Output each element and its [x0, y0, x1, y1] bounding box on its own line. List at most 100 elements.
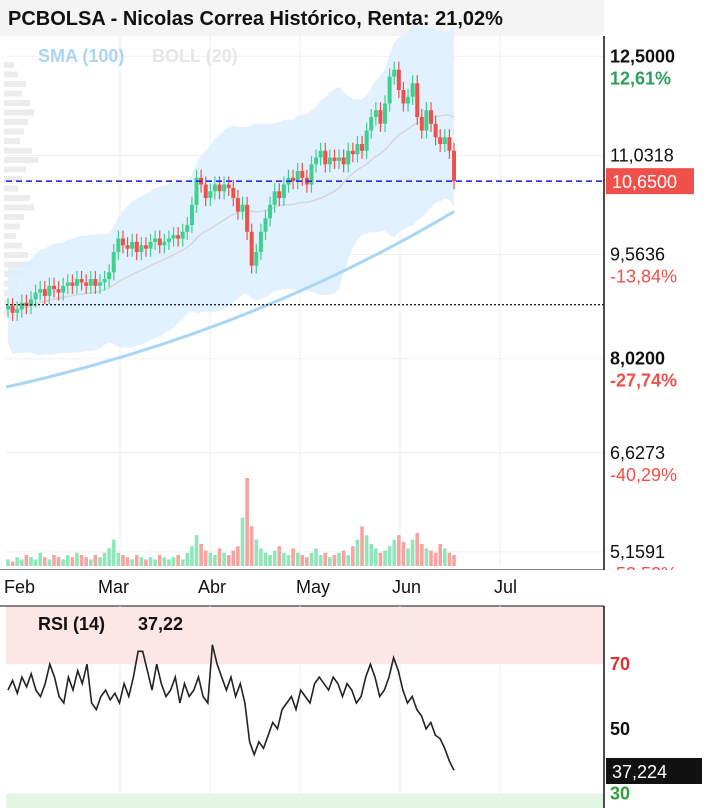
volume-bar: [438, 544, 443, 566]
candle-body: [56, 289, 61, 293]
candle-body: [364, 130, 369, 151]
candle-body: [51, 285, 56, 290]
candle-body: [176, 235, 181, 239]
volume-bar: [88, 559, 93, 566]
month-label: Abr: [198, 577, 226, 597]
volume-bar: [190, 546, 194, 566]
candle-body: [212, 184, 217, 192]
candle-body: [88, 279, 93, 286]
candle-body: [295, 171, 300, 182]
volume-bar: [369, 544, 374, 566]
price-tick-label: 8,0200: [610, 349, 665, 369]
volume-bar: [420, 544, 424, 566]
volume-bar: [346, 555, 351, 566]
volume-bar: [217, 548, 222, 566]
price-tick-label: 6,6273: [610, 443, 665, 463]
price-tick-pct: 12,61%: [610, 68, 671, 88]
candle-body: [258, 231, 263, 253]
candle-body: [134, 241, 139, 253]
candle-body: [277, 191, 282, 199]
volume-bar: [295, 552, 300, 566]
price-tick-label: 5,1591: [610, 542, 665, 562]
candle-body: [419, 117, 424, 131]
volume-bar: [208, 552, 213, 566]
volume-bar: [314, 548, 318, 566]
volume-bar: [351, 546, 355, 566]
volume-bar: [6, 559, 10, 566]
volume-bar: [318, 555, 323, 566]
candle-body: [189, 204, 194, 226]
month-label: Jul: [494, 577, 517, 597]
volume-profile-bar: [4, 204, 34, 211]
volume-bar: [374, 548, 378, 566]
volume-bar: [236, 546, 240, 566]
candle-body: [281, 184, 286, 199]
candle-body: [314, 157, 319, 165]
price-tick-label: 12,5000: [610, 46, 675, 66]
volume-bar: [180, 559, 185, 566]
candle-body: [300, 171, 305, 178]
volume-bar: [176, 555, 180, 566]
volume-bar: [378, 552, 383, 566]
volume-bar: [56, 557, 61, 566]
rsi-current-label: 37,224: [612, 762, 667, 782]
volume-bar: [134, 555, 139, 566]
candle-body: [79, 279, 84, 283]
volume-bar: [102, 552, 107, 566]
price-axis: 12,500012,61%11,0318-0,61%9,5636-13,84%8…: [610, 46, 677, 584]
volume-bar: [277, 546, 282, 566]
rsi-level-label: 70: [610, 654, 630, 674]
volume-bar: [24, 555, 29, 566]
candle-body: [378, 110, 383, 124]
volume-bar: [240, 517, 245, 566]
volume-bar: [332, 555, 337, 566]
candle-body: [222, 184, 227, 192]
volume-bar: [61, 559, 65, 566]
volume-bar: [162, 557, 167, 566]
volume-bar: [282, 552, 286, 566]
volume-bar: [111, 539, 116, 566]
candle-body: [148, 241, 153, 249]
candle-body: [15, 309, 20, 313]
candle-body: [120, 238, 125, 246]
chart-svg: PCBOLSA - Nicolas Correa Histórico, Rent…: [0, 0, 708, 808]
volume-bar: [401, 541, 406, 566]
volume-bar: [452, 555, 456, 566]
candle-body: [433, 123, 438, 138]
candle-body: [272, 191, 277, 205]
volume-profile-bar: [4, 157, 38, 163]
volume-bar: [157, 555, 162, 566]
candle-body: [102, 279, 107, 283]
volume-bar: [185, 552, 190, 566]
candle-body: [180, 231, 185, 239]
candle-body: [19, 302, 24, 310]
candle-body: [47, 285, 52, 296]
volume-profile-bar: [4, 214, 24, 220]
volume-bar: [47, 559, 52, 566]
candle-body: [327, 157, 332, 165]
volume-bar: [355, 539, 360, 566]
candle-body: [130, 241, 135, 249]
legend-boll: BOLL (20): [152, 46, 238, 66]
volume-bar: [65, 555, 70, 566]
volume-bar: [447, 552, 452, 566]
candle-body: [42, 289, 47, 296]
month-label: Mar: [98, 577, 129, 597]
rsi-level-label: 50: [610, 719, 630, 739]
candle-body: [387, 76, 392, 104]
volume-bar: [139, 557, 144, 566]
volume-bar: [171, 557, 176, 566]
volume-bar: [125, 557, 130, 566]
candle-body: [203, 184, 208, 199]
candle-body: [38, 289, 43, 293]
volume-bar: [364, 535, 369, 566]
volume-bar: [121, 555, 125, 566]
volume-bar: [213, 555, 217, 566]
volume-profile-bar: [4, 128, 24, 135]
candle-body: [442, 137, 447, 145]
volume-bar: [93, 555, 98, 566]
rsi-axis: 70 50 3037,224: [606, 654, 702, 804]
volume-bar: [433, 552, 438, 566]
volume-bar: [309, 552, 314, 566]
candle-body: [143, 245, 148, 249]
